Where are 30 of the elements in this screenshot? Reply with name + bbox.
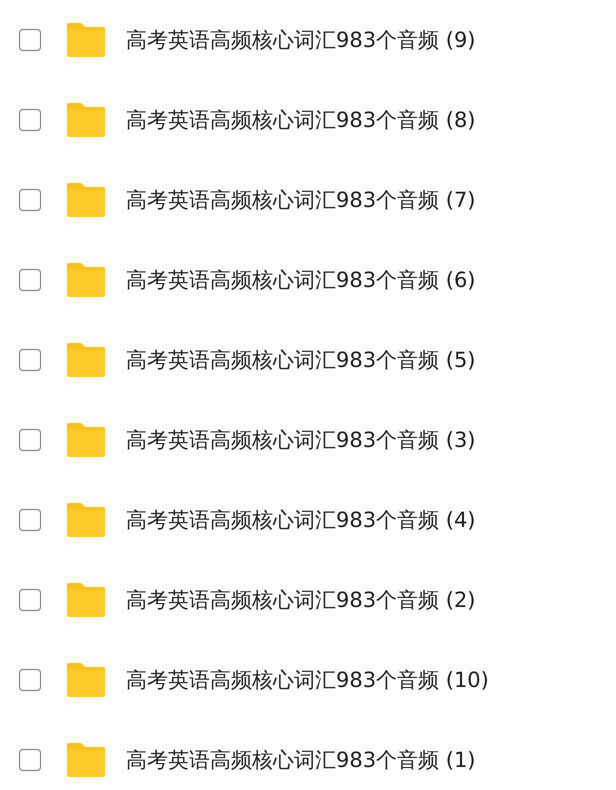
folder-name[interactable]: 高考英语高频核心词汇983个音频 (1) — [126, 746, 476, 774]
folder-name[interactable]: 高考英语高频核心词汇983个音频 (9) — [126, 26, 476, 54]
folder-icon — [65, 422, 107, 458]
folder-name[interactable]: 高考英语高频核心词汇983个音频 (10) — [126, 666, 489, 694]
checkbox[interactable] — [19, 589, 41, 611]
folder-icon — [65, 342, 107, 378]
checkbox[interactable] — [19, 109, 41, 131]
checkbox[interactable] — [19, 509, 41, 531]
checkbox[interactable] — [19, 429, 41, 451]
folder-icon — [65, 22, 107, 58]
checkbox[interactable] — [19, 29, 41, 51]
folder-name[interactable]: 高考英语高频核心词汇983个音频 (4) — [126, 506, 476, 534]
checkbox[interactable] — [19, 269, 41, 291]
folder-icon — [65, 502, 107, 538]
folder-name[interactable]: 高考英语高频核心词汇983个音频 (5) — [126, 346, 476, 374]
folder-icon — [65, 662, 107, 698]
folder-icon — [65, 182, 107, 218]
checkbox[interactable] — [19, 189, 41, 211]
folder-name[interactable]: 高考英语高频核心词汇983个音频 (6) — [126, 266, 476, 294]
folder-icon — [65, 742, 107, 778]
folder-name[interactable]: 高考英语高频核心词汇983个音频 (2) — [126, 586, 476, 614]
checkbox[interactable] — [19, 749, 41, 771]
checkbox[interactable] — [19, 669, 41, 691]
folder-icon — [65, 262, 107, 298]
checkbox[interactable] — [19, 349, 41, 371]
folder-name[interactable]: 高考英语高频核心词汇983个音频 (8) — [126, 106, 476, 134]
folder-icon — [65, 102, 107, 138]
folder-name[interactable]: 高考英语高频核心词汇983个音频 (3) — [126, 426, 476, 454]
folder-name[interactable]: 高考英语高频核心词汇983个音频 (7) — [126, 186, 476, 214]
folder-icon — [65, 582, 107, 618]
